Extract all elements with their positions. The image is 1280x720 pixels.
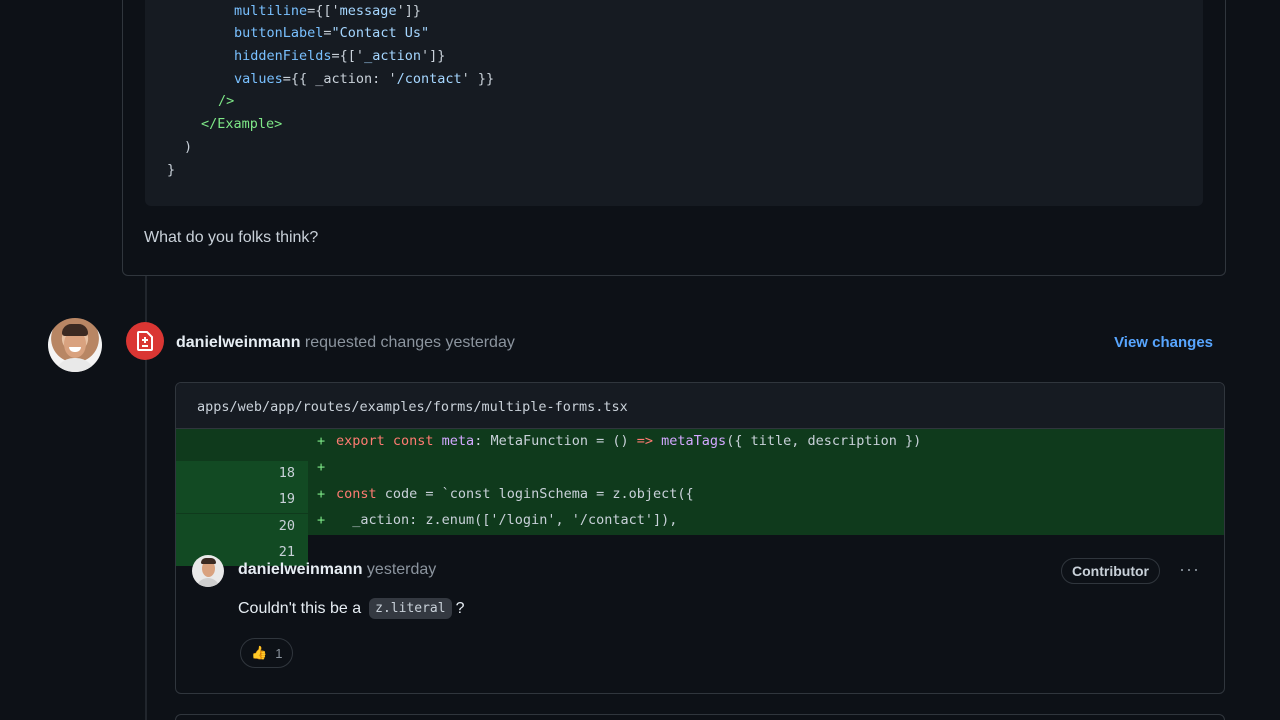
code-line: buttonLabel="Contact Us" [234, 25, 429, 41]
code-block: multiline={['message']} buttonLabel="Con… [145, 0, 1203, 206]
line-number[interactable]: 21 [279, 544, 295, 560]
code-token: buttonLabel [234, 25, 324, 41]
comment-text: Couldn't this be a [238, 599, 362, 617]
diff-code: export const meta: MetaFunction = () => … [336, 433, 921, 449]
review-author[interactable]: danielweinmann [176, 334, 300, 351]
code-token: ) [184, 139, 193, 155]
code-line: </Example> [201, 116, 282, 132]
code-line: ) [184, 139, 192, 155]
diff-row: 21 + _action: z.enum(['/login', '/contac… [176, 508, 1224, 566]
more-options-icon[interactable]: ··· [1179, 559, 1200, 580]
view-changes-link[interactable]: View changes [1114, 334, 1213, 351]
diff-lines: 18 + export const meta: MetaFunction = (… [176, 429, 1224, 566]
code-line: multiline={['message']} [234, 3, 421, 19]
code-token: export const [336, 433, 442, 449]
code-token: /> [218, 93, 235, 109]
code-token: _action [364, 48, 421, 64]
code-line: } [167, 162, 175, 178]
code-token: ={{ _action: ' [282, 71, 397, 87]
code-token: hiddenFields [234, 48, 332, 64]
comment-header: danielweinmann yesterday [238, 561, 436, 579]
code-token: </ [201, 116, 218, 132]
comment-time[interactable]: yesterday [367, 561, 436, 578]
contributor-badge: Contributor [1061, 558, 1160, 584]
diff-row: 19 + [176, 455, 1224, 513]
code-token: values [234, 71, 283, 87]
code-token: ={[' [331, 48, 365, 64]
review-action: requested changes yesterday [304, 334, 515, 351]
code-token: > [274, 116, 283, 132]
diff-code: _action: z.enum(['/login', '/contact']), [336, 512, 677, 528]
code-token: multiline [234, 3, 308, 19]
comment-text-end: ? [455, 599, 465, 617]
avatar[interactable] [48, 318, 102, 372]
next-item-edge [175, 714, 1225, 720]
code-token: ={[' [307, 3, 340, 19]
code-token: meta [441, 433, 475, 449]
code-token: ({ title, description }) [726, 433, 922, 449]
code-token: /contact [396, 71, 462, 87]
review-thread: apps/web/app/routes/examples/forms/multi… [175, 382, 1225, 694]
reaction-button[interactable]: 👍 1 [240, 638, 294, 668]
code-line: values={{ _action: '/contact' }} [234, 71, 494, 87]
code-token: ']} [396, 3, 421, 19]
code-token: ']} [420, 48, 446, 64]
diff-row: 20 + const code = `const loginSchema = z… [176, 482, 1224, 540]
code-token: "Contact Us" [331, 25, 430, 41]
diff-header: apps/web/app/routes/examples/forms/multi… [176, 383, 1224, 429]
diff-code: const code = `const loginSchema = z.obje… [336, 486, 694, 502]
comment-text: What do you folks think? [144, 229, 319, 246]
code-token: : MetaFunction = () [474, 433, 637, 449]
file-diff-icon [126, 322, 164, 360]
code-token: metaTags [661, 433, 727, 449]
diff-sign: + [317, 459, 326, 475]
code-token: _action: z.enum(['/login', '/contact']), [336, 512, 678, 528]
code-token: message [339, 3, 397, 19]
code-token: = [323, 25, 332, 41]
comment-body: Couldn't this be a z.literal ? [238, 598, 465, 619]
code-token: ' }} [461, 71, 495, 87]
code-token: Example [217, 116, 275, 132]
reaction-count: 1 [275, 645, 283, 661]
thumbs-up-icon: 👍 [251, 645, 268, 660]
inline-code: z.literal [369, 598, 452, 619]
code-token: => [636, 433, 654, 449]
diff-row: 18 + export const meta: MetaFunction = (… [176, 429, 1224, 487]
diff-sign: + [317, 512, 326, 528]
file-path[interactable]: apps/web/app/routes/examples/forms/multi… [197, 399, 628, 415]
code-line: hiddenFields={['_action']} [234, 48, 445, 64]
diff-sign: + [317, 433, 326, 449]
code-token: code = `const loginSchema = z.object({ [384, 486, 694, 502]
comment-box: multiline={['message']} buttonLabel="Con… [122, 0, 1226, 276]
code-line: /> [218, 93, 234, 109]
comment-avatar[interactable] [192, 555, 224, 587]
code-token: } [167, 162, 176, 178]
review-header: danielweinmann requested changes yesterd… [176, 334, 515, 352]
code-token: const [336, 486, 385, 502]
comment-author[interactable]: danielweinmann [238, 561, 362, 578]
diff-sign: + [317, 486, 326, 502]
